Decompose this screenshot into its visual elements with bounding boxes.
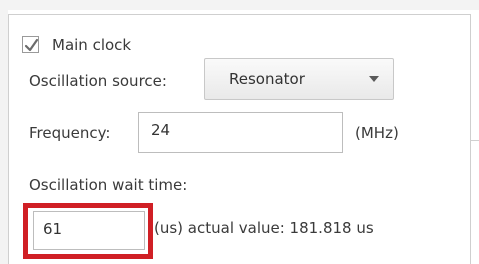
highlight-box [23, 203, 153, 259]
main-clock-checkbox[interactable] [22, 36, 39, 53]
chevron-down-icon [369, 76, 379, 82]
actual-value-text: (us) actual value: 181.818 us [154, 219, 374, 237]
clock-settings-screen: Main clock Oscillation source: Resonator… [0, 0, 479, 264]
oscillation-source-label: Oscillation source: [29, 72, 167, 90]
frequency-input[interactable]: 24 [138, 112, 343, 153]
oscillation-source-value: Resonator [229, 70, 305, 88]
oscillation-source-dropdown[interactable]: Resonator [204, 58, 394, 100]
frequency-unit: (MHz) [355, 124, 399, 142]
check-icon [24, 38, 39, 52]
top-strip [0, 0, 479, 10]
right-divider [470, 140, 479, 141]
frequency-value: 24 [151, 121, 171, 139]
left-strip [0, 0, 8, 264]
main-clock-label: Main clock [52, 36, 132, 54]
oscillation-wait-time-label: Oscillation wait time: [29, 176, 188, 194]
frequency-label: Frequency: [29, 124, 111, 142]
